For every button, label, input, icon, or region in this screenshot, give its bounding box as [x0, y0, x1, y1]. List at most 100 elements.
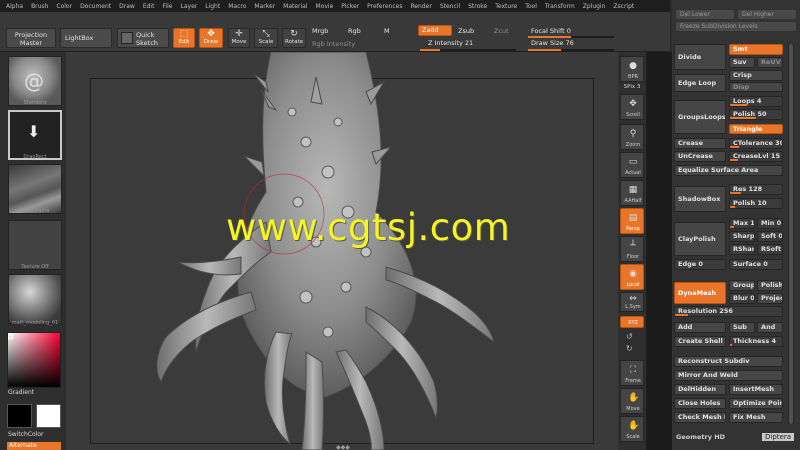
menu-item-stencil[interactable]: Stencil — [440, 3, 460, 10]
ctolerance-slider[interactable]: CTolerance 30 — [729, 138, 783, 149]
menu-item-zplugin[interactable]: Zplugin — [583, 3, 606, 10]
menu-item-texture[interactable]: Texture — [495, 3, 517, 10]
resolution-slider[interactable]: Resolution 256 — [674, 306, 783, 317]
zsub-button[interactable]: Zsub — [458, 27, 474, 35]
check-mesh-integrity-button[interactable]: Check Mesh Int — [674, 412, 726, 423]
freeze-subdivision-button[interactable]: Freeze SubDivision Levels — [676, 22, 796, 31]
del-lower-button[interactable]: Del Lower — [676, 10, 734, 19]
add-button[interactable]: Add — [674, 322, 726, 333]
panel-divider[interactable] — [646, 52, 672, 450]
polish-shadowbox-slider[interactable]: Polish 10 — [729, 198, 783, 209]
soft-slider[interactable]: Soft 0 — [757, 231, 783, 242]
mirror-and-weld-button[interactable]: Mirror And Weld — [674, 370, 783, 381]
zcut-button[interactable]: Zcut — [494, 27, 509, 35]
m-button[interactable]: M — [384, 27, 390, 35]
lightbox-button[interactable]: LightBox — [60, 28, 112, 48]
sculpt-model[interactable] — [66, 52, 618, 450]
loops-slider[interactable]: Loops 4 — [729, 96, 783, 107]
create-shell-button[interactable]: Create Shell — [674, 336, 726, 347]
brush-thumbnail[interactable]: @ — [8, 56, 62, 106]
rotate-button[interactable]: ↻ Rotate — [282, 28, 306, 48]
menu-item-render[interactable]: Render — [410, 3, 431, 10]
menu-item-edit[interactable]: Edit — [143, 3, 155, 10]
shadowbox-button[interactable]: ShadowBox — [674, 186, 726, 212]
fix-mesh-button[interactable]: Fix Mesh — [729, 412, 783, 423]
min-slider[interactable]: Min 0 — [757, 218, 783, 229]
thickness-slider[interactable]: Thickness 4 — [729, 336, 783, 347]
sub-button[interactable]: Sub — [729, 322, 755, 333]
blur-slider[interactable]: Blur 0 — [729, 293, 755, 304]
delhidden-button[interactable]: DelHidden — [674, 384, 726, 395]
mrgb-button[interactable]: Mrgb — [312, 27, 328, 35]
menu-item-document[interactable]: Document — [80, 3, 111, 10]
viewport[interactable]: ◆◆◆ — [66, 52, 618, 450]
crease-button[interactable]: Crease — [674, 138, 726, 149]
disp-button[interactable]: Disp — [729, 82, 783, 92]
move-view-button[interactable]: ✋ Move — [620, 388, 644, 414]
groups-loops-button[interactable]: GroupsLoops — [674, 100, 726, 134]
polish-dynamesh-button[interactable]: Polish — [757, 280, 783, 291]
suv-button[interactable]: Suv — [729, 57, 755, 68]
close-holes-button[interactable]: Close Holes — [674, 398, 726, 409]
menu-item-macro[interactable]: Macro — [228, 3, 246, 10]
menu-item-material[interactable]: Material — [283, 3, 307, 10]
secondary-color-swatch[interactable] — [36, 404, 61, 428]
palette-scroll-thumb[interactable] — [789, 44, 793, 424]
menu-item-layer[interactable]: Layer — [181, 3, 198, 10]
viewport-scroll-handle[interactable]: ◆◆◆ — [336, 444, 376, 450]
insertmesh-button[interactable]: InsertMesh — [729, 384, 783, 395]
divide-button[interactable]: Divide — [674, 44, 726, 70]
projection-master-button[interactable]: Projection Master — [6, 28, 56, 48]
dynamesh-button[interactable]: DynaMesh — [674, 282, 726, 304]
menu-item-picker[interactable]: Picker — [341, 3, 359, 10]
sharp-slider[interactable]: Sharp 0 — [729, 231, 755, 242]
scale-view-button[interactable]: ✋ Scale — [620, 416, 644, 442]
bpr-button[interactable]: ● BPR — [620, 56, 644, 82]
gradient-label[interactable]: Gradient — [8, 389, 34, 396]
draw-size-slider[interactable]: Draw Size 76 — [531, 39, 574, 47]
menu-item-transform[interactable]: Transform — [545, 3, 575, 10]
rgb-intensity-slider[interactable]: Rgb Intensity — [312, 40, 355, 48]
focal-shift-slider[interactable]: Focal Shift 0 — [531, 27, 571, 35]
polish-slider[interactable]: Polish 50 — [729, 109, 783, 120]
rsoft-slider[interactable]: RSoft — [757, 244, 783, 255]
crisp-button[interactable]: Crisp — [729, 70, 783, 81]
geometry-hd-section[interactable]: Geometry HD — [676, 433, 725, 441]
menu-item-color[interactable]: Color — [56, 3, 72, 10]
scale-button[interactable]: ⤡ Scale — [254, 28, 278, 48]
rotate-y-icon[interactable]: ↺ — [626, 332, 633, 341]
focal-shift-track[interactable] — [528, 36, 614, 38]
menu-item-stroke[interactable]: Stroke — [468, 3, 487, 10]
palette-scrollbar[interactable] — [788, 44, 794, 424]
spix-slider[interactable]: SPix 3 — [620, 84, 644, 90]
lsym-button[interactable]: ⇔ L.Sym — [620, 292, 644, 312]
equalize-surface-area-button[interactable]: Equalize Surface Area — [674, 165, 783, 176]
color-picker-cursor[interactable] — [8, 334, 13, 339]
reuv-button[interactable]: ReUV — [757, 57, 783, 68]
menu-item-light[interactable]: Light — [205, 3, 220, 10]
xyz-button[interactable]: XYZ — [620, 316, 644, 328]
alpha-thumbnail[interactable] — [8, 164, 62, 214]
material-thumbnail[interactable] — [8, 274, 62, 324]
menu-item-movie[interactable]: Movie — [316, 3, 334, 10]
rotate-z-icon[interactable]: ↻ — [626, 344, 633, 353]
switchcolor-button[interactable]: SwitchColor — [8, 431, 44, 438]
menu-item-zscript[interactable]: Zscript — [613, 3, 634, 10]
and-button[interactable]: And — [757, 322, 783, 333]
claypolish-button[interactable]: ClayPolish — [674, 222, 726, 256]
menu-item-alpha[interactable]: Alpha — [6, 3, 23, 10]
edge-loop-button[interactable]: Edge Loop — [674, 74, 726, 92]
color-picker[interactable] — [7, 332, 61, 388]
triangle-button[interactable]: Triangle — [729, 124, 783, 134]
smt-button[interactable]: Smt — [729, 44, 783, 55]
local-button[interactable]: ◉ Local — [620, 264, 644, 290]
scroll-button[interactable]: ✥ Scroll — [620, 94, 644, 120]
floor-button[interactable]: ┴ Floor — [620, 236, 644, 262]
surface-slider[interactable]: Surface 0 — [729, 259, 783, 270]
menu-item-file[interactable]: File — [162, 3, 172, 10]
aahalf-button[interactable]: ▦ AAHalf — [620, 180, 644, 206]
menu-item-preferences[interactable]: Preferences — [367, 3, 402, 10]
move-button[interactable]: ✛ Move — [228, 28, 250, 48]
main-color-swatch[interactable] — [7, 404, 32, 428]
z-intensity-track[interactable] — [420, 49, 516, 51]
